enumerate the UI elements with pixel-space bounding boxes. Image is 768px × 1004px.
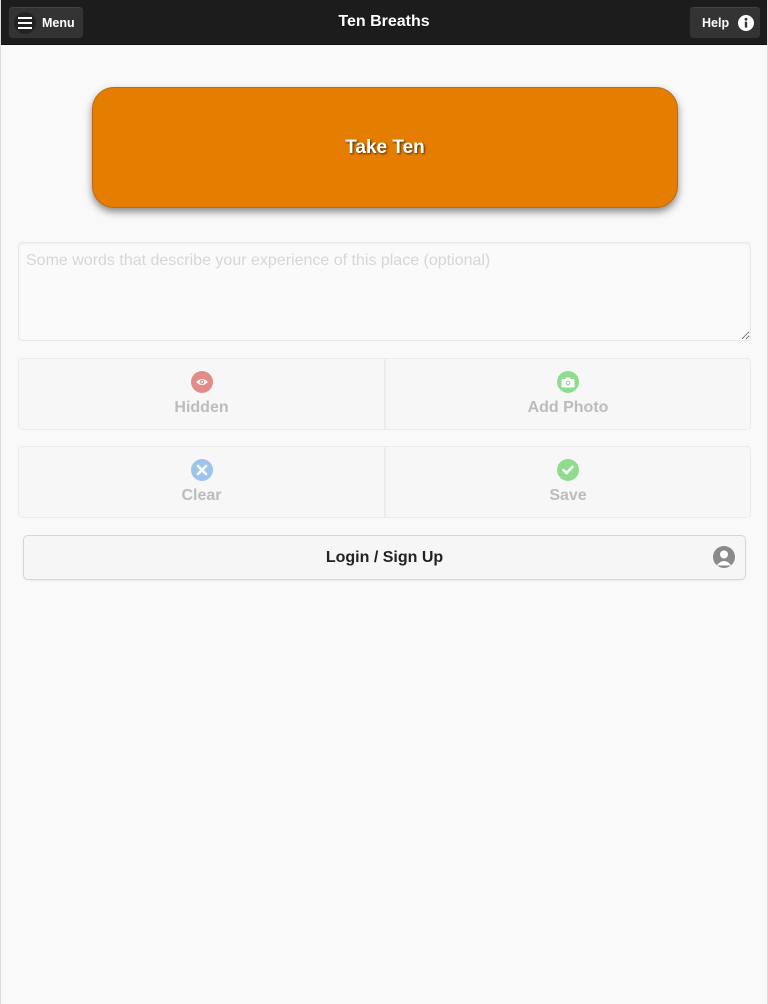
- menu-button[interactable]: Menu: [8, 6, 84, 39]
- save-button[interactable]: Save: [385, 446, 751, 518]
- app-page: Ten Breaths Menu Help Take Ten Hidden Ad…: [0, 0, 768, 1004]
- menu-button-label: Menu: [42, 15, 75, 30]
- login-signup-label: Login / Sign Up: [325, 548, 444, 566]
- description-input[interactable]: [18, 242, 751, 341]
- close-icon: [190, 459, 213, 481]
- eye-icon: [190, 371, 213, 393]
- help-button-label: Help: [702, 15, 730, 30]
- help-button[interactable]: Help: [689, 6, 761, 39]
- hidden-button-label: Hidden: [174, 399, 229, 416]
- camera-icon: [557, 371, 579, 393]
- add-photo-button-label: Add Photo: [527, 399, 609, 416]
- page-title: Ten Breaths: [338, 13, 430, 30]
- clear-button-label: Clear: [181, 487, 222, 504]
- clear-button[interactable]: Clear: [18, 446, 385, 518]
- hidden-button[interactable]: Hidden: [18, 358, 385, 430]
- save-button-label: Save: [549, 487, 587, 504]
- take-ten-button[interactable]: Take Ten: [92, 87, 678, 208]
- add-photo-button[interactable]: Add Photo: [385, 358, 751, 430]
- take-ten-label: Take Ten: [345, 136, 425, 158]
- info-icon: [738, 14, 755, 31]
- user-icon: [713, 546, 735, 568]
- check-icon: [557, 459, 579, 481]
- menu-icon: [14, 11, 36, 34]
- login-signup-button[interactable]: Login / Sign Up: [23, 535, 746, 580]
- header-bar: Ten Breaths Menu Help: [1, 0, 767, 45]
